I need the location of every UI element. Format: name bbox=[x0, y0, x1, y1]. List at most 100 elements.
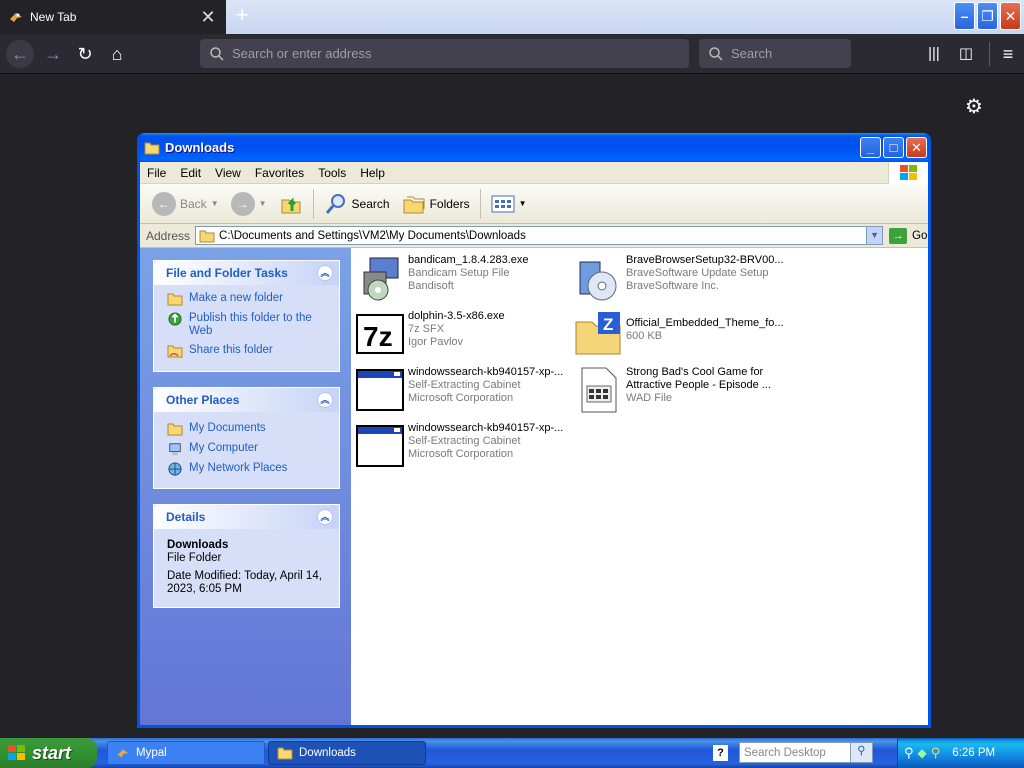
zip-folder-icon: Z bbox=[575, 312, 621, 355]
tab-new-tab[interactable]: New Tab ✕ bbox=[0, 0, 226, 34]
search-placeholder: Search bbox=[731, 46, 773, 61]
explorer-title-bar[interactable]: Downloads _ □ ✕ bbox=[140, 133, 928, 162]
menu-favorites[interactable]: Favorites bbox=[248, 166, 311, 180]
panel-header[interactable]: Details ︽ bbox=[154, 505, 339, 529]
file-name: BraveBrowserSetup32-BRV00... bbox=[626, 254, 784, 266]
my-network-places-link[interactable]: My Network Places bbox=[154, 459, 339, 479]
file-item[interactable]: bandicam_1.8.4.283.exe Bandicam Setup Fil… bbox=[356, 254, 571, 302]
file-desc: BraveSoftware Update Setup bbox=[626, 267, 769, 279]
close-button[interactable]: ✕ bbox=[906, 137, 927, 158]
taskbar-item-downloads[interactable]: Downloads bbox=[268, 741, 426, 765]
app-window-icon bbox=[356, 425, 404, 467]
wad-file-icon bbox=[581, 367, 617, 413]
windows-logo-icon bbox=[8, 745, 25, 760]
panel-header[interactable]: Other Places ︽ bbox=[154, 388, 339, 412]
desktop-search-input[interactable]: Search Desktop ⚲ bbox=[739, 742, 873, 763]
file-name: windowssearch-kb940157-xp-... bbox=[408, 422, 564, 434]
panel-title: Details bbox=[166, 510, 206, 524]
go-button[interactable]: → Go bbox=[889, 227, 927, 244]
file-item[interactable]: windowssearch-kb940157-xp-... Self-Extrac… bbox=[356, 422, 571, 470]
file-desc: 7z SFX bbox=[408, 323, 445, 335]
help-icon[interactable]: ? bbox=[713, 745, 728, 761]
menu-tools[interactable]: Tools bbox=[311, 166, 353, 180]
link-text: Publish this folder to the Web bbox=[189, 312, 312, 337]
app-window-icon bbox=[356, 369, 404, 411]
close-tab-icon[interactable]: ✕ bbox=[198, 7, 218, 28]
minimize-button[interactable]: – bbox=[954, 2, 975, 30]
folders-button[interactable]: Folders bbox=[398, 188, 474, 220]
views-button[interactable]: ▼ bbox=[487, 188, 531, 220]
menu-view[interactable]: View bbox=[208, 166, 248, 180]
file-item[interactable]: Z Official_Embedded_Theme_fo... 600 KB bbox=[574, 310, 789, 358]
home-icon[interactable]: ⌂ bbox=[103, 40, 131, 68]
reload-icon[interactable]: ↻ bbox=[71, 40, 99, 68]
collapse-icon[interactable]: ︽ bbox=[317, 392, 333, 408]
share-folder-link[interactable]: Share this folder bbox=[154, 341, 339, 361]
collapse-icon[interactable]: ︽ bbox=[317, 265, 333, 281]
file-size: 600 KB bbox=[626, 330, 663, 342]
url-bar[interactable]: Search or enter address bbox=[200, 39, 689, 68]
details-panel: Details ︽ Downloads File Folder Date Modi… bbox=[153, 504, 340, 608]
taskbar-item-mypal[interactable]: Mypal bbox=[107, 741, 265, 765]
file-item[interactable]: windowssearch-kb940157-xp-... Self-Extrac… bbox=[356, 366, 571, 414]
file-item[interactable]: Strong Bad's Cool Game for Attractive Peo… bbox=[574, 366, 789, 414]
task-pane: File and Folder Tasks ︽ Make a new folder… bbox=[140, 248, 351, 725]
library-icon[interactable]: ||| bbox=[920, 40, 948, 68]
new-tab-button[interactable]: + bbox=[230, 4, 254, 28]
task-label: Mypal bbox=[136, 747, 167, 759]
menu-icon[interactable]: ≡ bbox=[994, 40, 1022, 68]
search-bar[interactable]: Search bbox=[699, 39, 851, 68]
back-icon[interactable]: ← bbox=[6, 40, 34, 68]
file-name-line2: Attractive People - Episode ... bbox=[626, 379, 771, 391]
forward-button[interactable]: → ▼ bbox=[227, 188, 271, 220]
address-field[interactable]: C:\Documents and Settings\VM2\My Documen… bbox=[195, 226, 884, 245]
search-tray-icon[interactable]: ⚲ bbox=[904, 745, 914, 761]
search-button[interactable]: Search bbox=[320, 188, 394, 220]
make-new-folder-link[interactable]: Make a new folder bbox=[154, 289, 339, 309]
link-text: My Network Places bbox=[189, 462, 288, 474]
link-text: Make a new folder bbox=[189, 292, 283, 304]
restore-button[interactable]: ❐ bbox=[977, 2, 998, 30]
up-folder-icon bbox=[281, 196, 301, 213]
publish-folder-link[interactable]: Publish this folder to the Web bbox=[154, 309, 339, 341]
my-computer-link[interactable]: My Computer bbox=[154, 439, 339, 459]
sidebar-icon[interactable]: ◫ bbox=[952, 40, 980, 68]
magnifier-tray-icon[interactable]: ⚲ bbox=[931, 745, 941, 761]
link-text: My Documents bbox=[189, 422, 266, 434]
panel-title: File and Folder Tasks bbox=[166, 266, 288, 280]
minimize-button[interactable]: _ bbox=[860, 137, 881, 158]
views-icon bbox=[491, 195, 515, 212]
gear-icon[interactable]: ⚙ bbox=[965, 94, 983, 119]
collapse-icon[interactable]: ︽ bbox=[317, 509, 333, 525]
explorer-window: Downloads _ □ ✕ File Edit View Favorites… bbox=[137, 133, 931, 728]
menu-file[interactable]: File bbox=[140, 166, 173, 180]
menu-edit[interactable]: Edit bbox=[173, 166, 208, 180]
network-places-icon bbox=[168, 462, 182, 476]
my-computer-icon bbox=[169, 443, 181, 456]
maximize-button[interactable]: □ bbox=[883, 137, 904, 158]
task-label: Downloads bbox=[299, 747, 356, 759]
forward-icon[interactable]: → bbox=[39, 40, 67, 68]
file-list: bandicam_1.8.4.283.exe Bandicam Setup Fil… bbox=[351, 248, 928, 725]
search-icon[interactable]: ⚲ bbox=[850, 743, 872, 762]
start-button[interactable]: start bbox=[0, 738, 97, 768]
close-window-button[interactable]: ✕ bbox=[1000, 2, 1021, 30]
file-company: Microsoft Corporation bbox=[408, 448, 514, 460]
menu-help[interactable]: Help bbox=[353, 166, 392, 180]
back-button[interactable]: ← Back ▼ bbox=[148, 188, 223, 220]
address-label: Address bbox=[146, 228, 191, 243]
svg-text:7z: 7z bbox=[363, 321, 393, 352]
file-item[interactable]: BraveBrowserSetup32-BRV00... BraveSoftwar… bbox=[574, 254, 789, 302]
browser-toolbar: ← → ↻ ⌂ Search or enter address Search |… bbox=[0, 34, 1024, 74]
file-name: bandicam_1.8.4.283.exe bbox=[408, 254, 529, 266]
file-desc: Bandicam Setup File bbox=[408, 267, 510, 279]
panel-title: Other Places bbox=[166, 393, 240, 407]
my-documents-link[interactable]: My Documents bbox=[154, 419, 339, 439]
up-folder-button[interactable] bbox=[275, 188, 307, 220]
link-text: My Computer bbox=[189, 442, 259, 454]
file-item[interactable]: 7z dolphin-3.5-x86.exe 7z SFX Igor Pavlov bbox=[356, 310, 571, 358]
network-tray-icon[interactable]: ◆ bbox=[918, 746, 927, 760]
file-name: Official_Embedded_Theme_fo... bbox=[626, 317, 784, 329]
panel-header[interactable]: File and Folder Tasks ︽ bbox=[154, 261, 339, 285]
chevron-down-icon[interactable]: ▼ bbox=[866, 227, 883, 244]
